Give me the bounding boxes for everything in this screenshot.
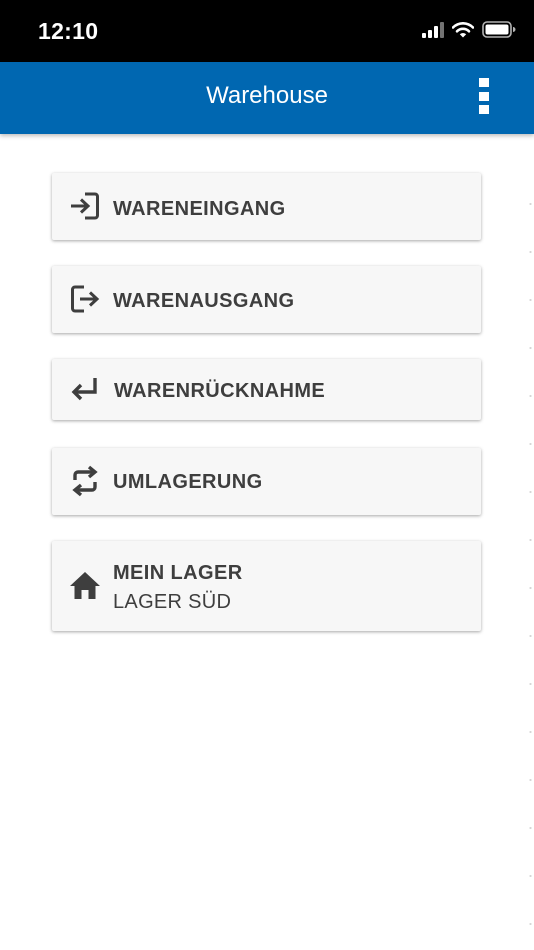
page-title: Warehouse bbox=[206, 82, 328, 109]
logout-icon bbox=[68, 282, 102, 316]
menu-dot bbox=[479, 105, 489, 114]
menu-item-warenruecknahme[interactable]: WARENRÜCKNAHME bbox=[52, 359, 481, 420]
menu-dot bbox=[479, 78, 489, 87]
status-time: 12:10 bbox=[38, 18, 99, 44]
menu-item-label: MEIN LAGER bbox=[113, 562, 243, 584]
battery-icon bbox=[482, 21, 516, 43]
status-bar: 12:10 bbox=[0, 0, 534, 62]
return-arrow-icon bbox=[68, 372, 102, 406]
menu-item-mein-lager[interactable]: MEIN LAGER LAGER SÜD bbox=[52, 541, 481, 631]
menu-item-umlagerung[interactable]: UMLAGERUNG bbox=[52, 448, 481, 515]
wifi-icon bbox=[451, 21, 475, 43]
menu-item-wareneingang[interactable]: WARENEINGANG bbox=[52, 173, 481, 240]
menu-dot bbox=[479, 91, 489, 101]
menu-item-label: WARENRÜCKNAHME bbox=[114, 380, 326, 402]
main-menu: WARENEINGANG WARENAUSGANG WARENRÜCKNAHME bbox=[52, 173, 481, 631]
scroll-edge-decoration bbox=[529, 180, 532, 940]
menu-item-label: WARENEINGANG bbox=[113, 198, 286, 220]
menu-item-label: UMLAGERUNG bbox=[113, 471, 263, 493]
menu-item-warenausgang[interactable]: WARENAUSGANG bbox=[52, 266, 481, 333]
menu-item-label: WARENAUSGANG bbox=[113, 290, 295, 312]
home-icon bbox=[68, 569, 102, 603]
menu-item-sublabel: LAGER SÜD bbox=[113, 591, 232, 613]
swap-icon bbox=[68, 464, 102, 498]
app-bar: Warehouse bbox=[0, 62, 534, 134]
signal-icon bbox=[422, 21, 444, 43]
more-vertical-icon[interactable] bbox=[474, 76, 494, 116]
login-icon bbox=[68, 189, 102, 223]
status-icons bbox=[422, 20, 516, 44]
